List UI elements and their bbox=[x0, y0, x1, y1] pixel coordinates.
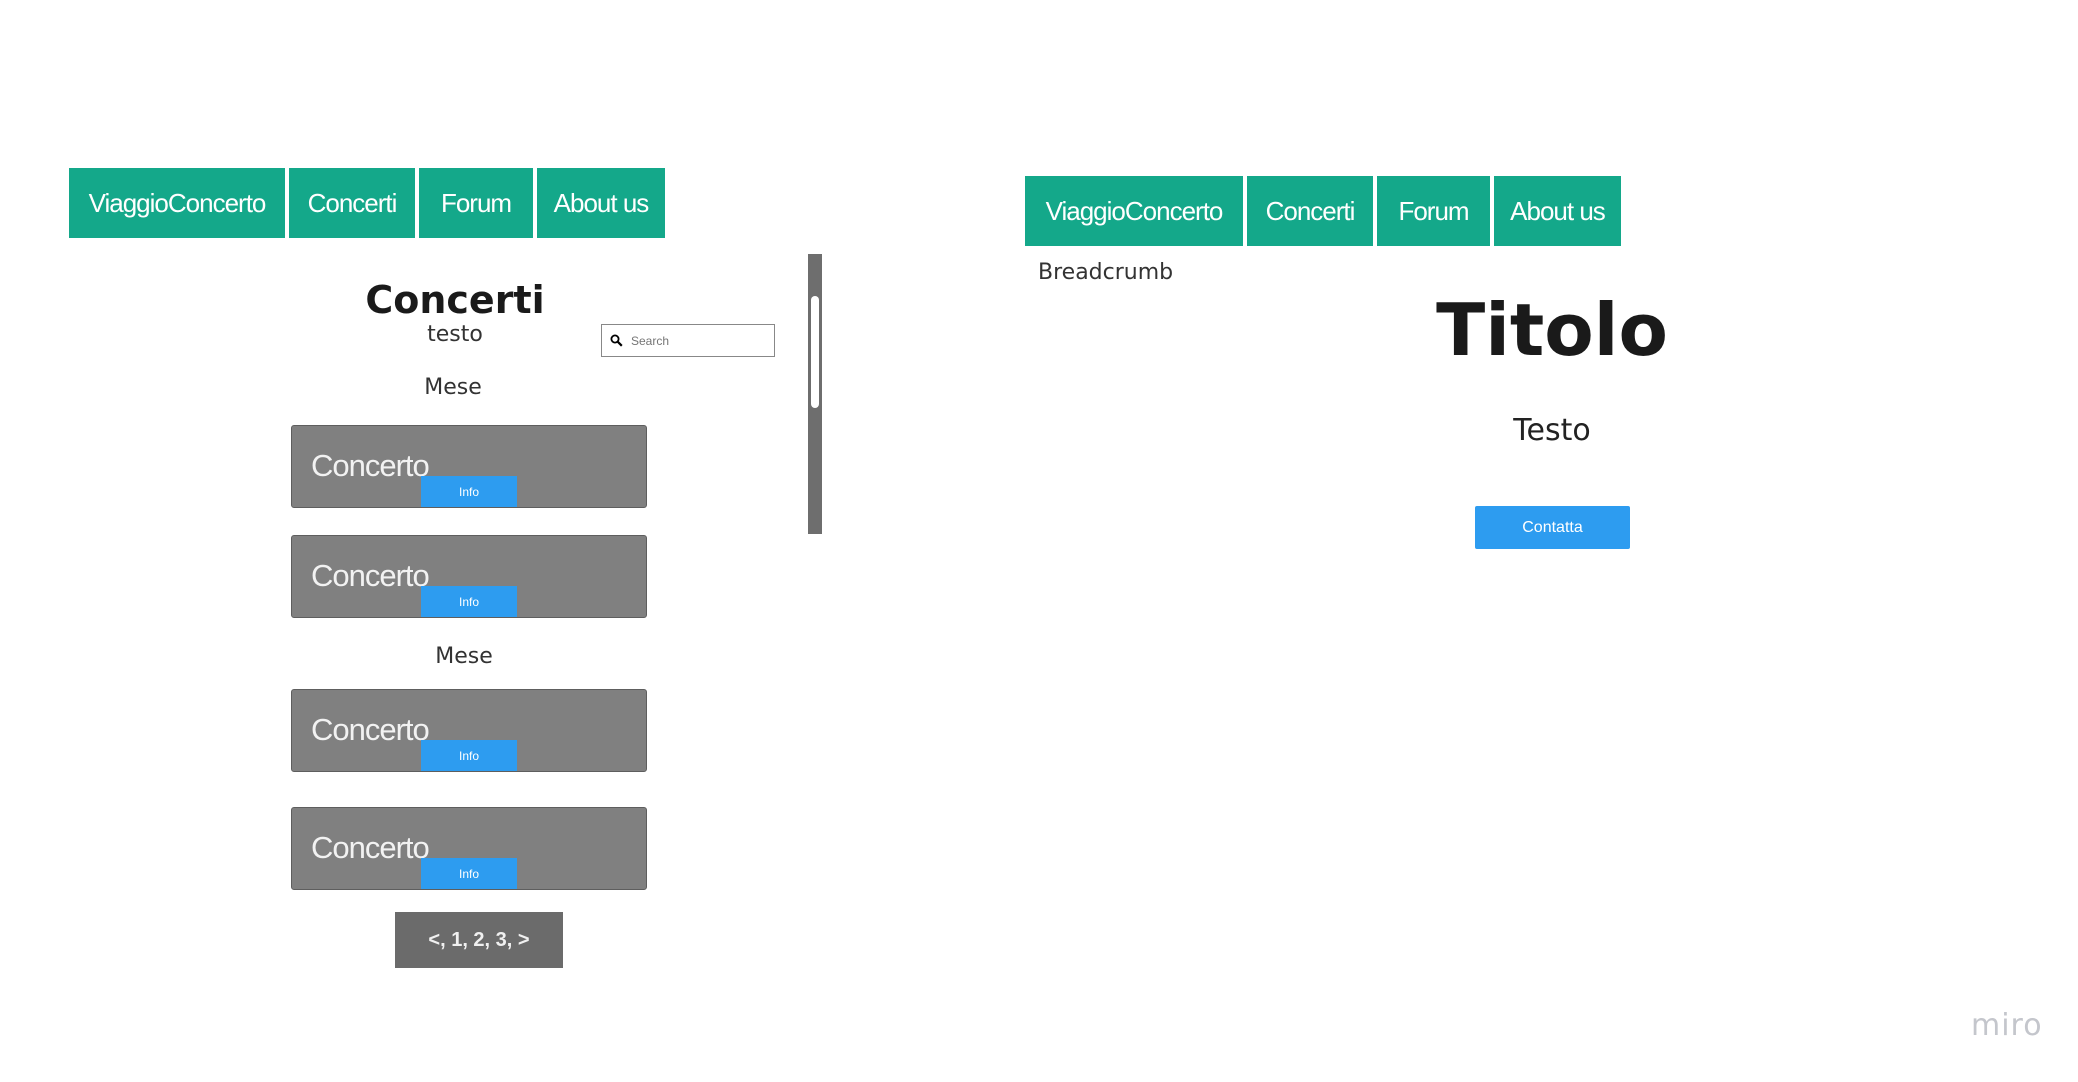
search-input[interactable] bbox=[629, 332, 773, 349]
pagination-control[interactable]: <, 1, 2, 3, > bbox=[395, 912, 563, 968]
scrollbar[interactable] bbox=[808, 254, 822, 534]
info-button[interactable]: Info bbox=[421, 740, 517, 771]
detail-title: Titolo bbox=[1436, 288, 1668, 372]
info-button[interactable]: Info bbox=[421, 586, 517, 617]
concert-card-title: Concerto bbox=[311, 448, 430, 483]
concert-card-title: Concerto bbox=[311, 830, 430, 865]
concert-card[interactable]: Concerto Info bbox=[291, 807, 647, 890]
month-label: Mese bbox=[435, 644, 493, 669]
nav-item-forum[interactable]: Forum bbox=[1377, 176, 1490, 246]
concert-card[interactable]: Concerto Info bbox=[291, 689, 647, 772]
info-button[interactable]: Info bbox=[421, 858, 517, 889]
search-icon bbox=[610, 334, 623, 347]
nav-item-about-us[interactable]: About us bbox=[537, 168, 665, 238]
month-label: Mese bbox=[424, 375, 482, 400]
left-nav-bar: ViaggioConcerto Concerti Forum About us bbox=[69, 168, 665, 238]
nav-item-concerti[interactable]: Concerti bbox=[1247, 176, 1373, 246]
breadcrumb[interactable]: Breadcrumb bbox=[1038, 260, 1173, 285]
contatta-button[interactable]: Contatta bbox=[1475, 506, 1630, 549]
nav-item-forum[interactable]: Forum bbox=[419, 168, 533, 238]
search-box[interactable] bbox=[601, 324, 775, 357]
nav-item-viaggioconcerto[interactable]: ViaggioConcerto bbox=[69, 168, 285, 238]
nav-item-concerti[interactable]: Concerti bbox=[289, 168, 415, 238]
nav-item-about-us[interactable]: About us bbox=[1494, 176, 1621, 246]
miro-watermark: miro bbox=[1971, 1008, 2043, 1043]
page-subtitle: testo bbox=[427, 322, 483, 347]
info-button[interactable]: Info bbox=[421, 476, 517, 507]
detail-text: Testo bbox=[1513, 413, 1591, 448]
concert-card[interactable]: Concerto Info bbox=[291, 535, 647, 618]
concert-card-title: Concerto bbox=[311, 712, 430, 747]
right-nav-bar: ViaggioConcerto Concerti Forum About us bbox=[1025, 176, 1621, 246]
nav-item-viaggioconcerto[interactable]: ViaggioConcerto bbox=[1025, 176, 1243, 246]
scrollbar-thumb[interactable] bbox=[811, 296, 819, 408]
concert-card[interactable]: Concerto Info bbox=[291, 425, 647, 508]
concert-card-title: Concerto bbox=[311, 558, 430, 593]
page-title: Concerti bbox=[365, 278, 545, 322]
